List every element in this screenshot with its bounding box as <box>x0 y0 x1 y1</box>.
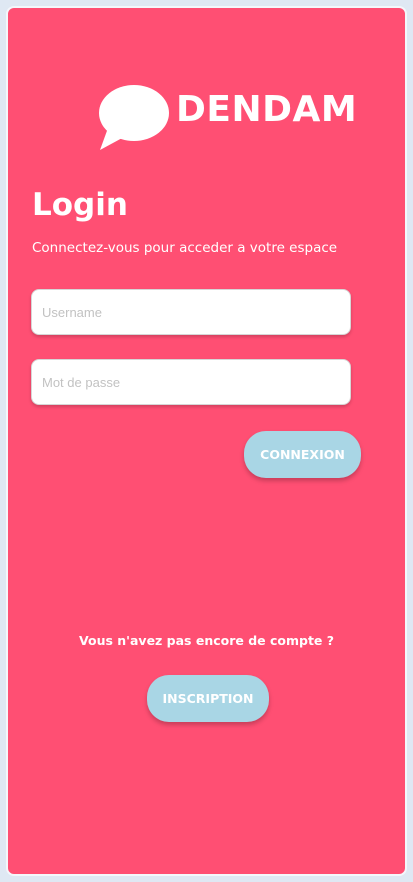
password-field[interactable] <box>31 359 351 405</box>
login-button[interactable]: CONNEXION <box>244 431 361 478</box>
page-subtitle: Connectez-vous pour acceder a votre espa… <box>32 240 338 256</box>
signup-button[interactable]: INSCRIPTION <box>147 675 269 722</box>
signup-prompt: Vous n'avez pas encore de compte ? <box>78 633 335 648</box>
brand-name: DENDAM <box>176 89 358 130</box>
brand-logo: DENDAM <box>94 82 357 152</box>
login-panel: DENDAM Login Connectez-vous pour acceder… <box>6 6 407 876</box>
page-title: Login <box>32 187 128 223</box>
username-field[interactable] <box>31 289 351 335</box>
speech-bubble-icon <box>99 85 169 150</box>
